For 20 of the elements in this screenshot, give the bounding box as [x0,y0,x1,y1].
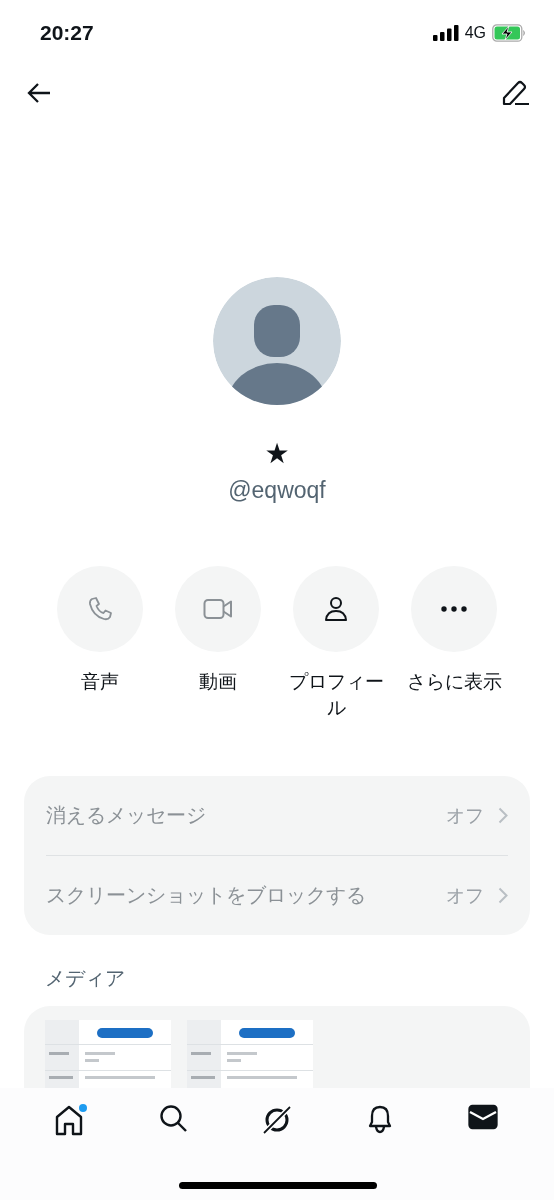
envelope-icon[interactable] [467,1104,498,1130]
setting-label[interactable]: スクリーンショットをブロックする [46,882,446,909]
edit-icon[interactable] [502,80,530,106]
signal-icon [432,25,459,41]
slashed-circle-icon[interactable] [261,1104,293,1136]
network-label: 4G [464,24,486,42]
username: @eqwoqf [228,477,326,504]
setting-label[interactable]: 消えるメッセージ [46,802,446,829]
status-time: 20:27 [40,21,94,45]
action-label: プロフィール [287,669,385,720]
battery-icon [492,24,526,42]
action-label: 音声 [80,669,120,694]
home-icon[interactable] [54,1104,89,1136]
section-title: メディア [45,965,126,992]
display-name: ★ [264,439,290,469]
setting-value: オフ [446,802,484,828]
back-arrow-icon[interactable] [26,82,52,104]
setting-value: オフ [446,882,484,908]
action-label: 動画 [198,669,238,694]
action-label: さらに表示 [405,669,503,694]
